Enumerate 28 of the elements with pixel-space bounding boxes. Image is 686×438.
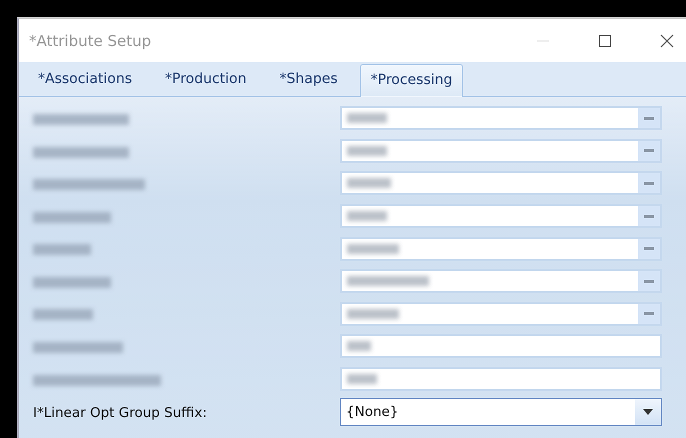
field-label: I*Linear Opt Group Suffix:: [33, 405, 207, 422]
blurred-label: [33, 309, 93, 320]
caret-icon: [643, 408, 653, 415]
blurred-field[interactable]: [340, 334, 662, 358]
dropdown-button[interactable]: [638, 108, 660, 128]
dropdown-button[interactable]: [638, 271, 660, 292]
dropdown-button[interactable]: [638, 140, 660, 161]
blurred-field[interactable]: [340, 269, 662, 294]
dropdown-button[interactable]: [638, 238, 660, 259]
blurred-field[interactable]: [340, 171, 662, 196]
tab[interactable]: *Production: [154, 63, 258, 96]
blurred-field[interactable]: [340, 204, 662, 228]
dropdown-field[interactable]: {None}: [340, 398, 662, 426]
tab[interactable]: *Processing: [360, 64, 464, 97]
blurred-field[interactable]: [340, 367, 662, 392]
blurred-label: [33, 244, 91, 256]
window-title: *Attribute Setup: [29, 32, 152, 50]
blurred-field[interactable]: [340, 106, 662, 130]
blurred-field[interactable]: [340, 302, 662, 326]
tab[interactable]: *Associations: [27, 63, 144, 96]
blurred-field[interactable]: [340, 236, 662, 261]
dropdown-button[interactable]: [638, 304, 660, 324]
tab[interactable]: *Shapes: [268, 63, 349, 96]
blurred-field[interactable]: [340, 138, 662, 163]
dropdown-button[interactable]: [638, 173, 660, 194]
close-icon[interactable]: [659, 32, 675, 48]
maximize-icon[interactable]: [597, 32, 613, 48]
dropdown-button[interactable]: [638, 206, 660, 226]
